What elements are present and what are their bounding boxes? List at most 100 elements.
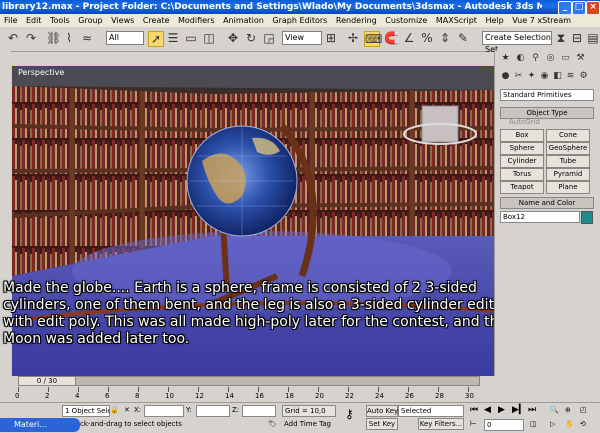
auto-key-button[interactable]: Auto Key bbox=[366, 405, 398, 417]
torus-button[interactable]: Torus bbox=[500, 168, 544, 181]
cameras-icon[interactable]: ◉ bbox=[539, 71, 550, 82]
menu-tools[interactable]: Tools bbox=[50, 16, 70, 25]
modify-tab-icon[interactable]: ◐ bbox=[515, 53, 526, 64]
go-to-start-icon[interactable]: ⏮ bbox=[470, 405, 478, 415]
systems-icon[interactable]: ⚙ bbox=[578, 71, 589, 82]
pan-view-icon[interactable]: ✋ bbox=[565, 419, 574, 429]
space-warps-icon[interactable]: ≋ bbox=[565, 71, 576, 82]
next-frame-icon[interactable]: ▶▎ bbox=[512, 405, 526, 415]
menu-file[interactable]: File bbox=[4, 16, 17, 25]
menu-graph-editors[interactable]: Graph Editors bbox=[272, 16, 327, 25]
align-icon[interactable]: ⊟ bbox=[570, 31, 584, 45]
select-move-icon[interactable]: ✥ bbox=[226, 31, 240, 45]
key-mode-dropdown[interactable]: Selected bbox=[398, 405, 464, 417]
spinner-snap-icon[interactable]: ⇕ bbox=[438, 31, 452, 45]
select-manipulate-icon[interactable]: ✢ bbox=[346, 31, 360, 45]
menu-maxscript[interactable]: MAXScript bbox=[436, 16, 477, 25]
time-configuration-icon[interactable]: ◫ bbox=[530, 419, 537, 429]
zoom-extents-icon[interactable]: ◰ bbox=[580, 405, 587, 415]
shapes-icon[interactable]: ✂ bbox=[513, 71, 524, 82]
lock-selection-icon[interactable]: 🔒 bbox=[110, 405, 119, 415]
minimize-button[interactable]: _ bbox=[558, 1, 572, 15]
undo-icon[interactable]: ↶ bbox=[6, 31, 20, 45]
unlink-icon[interactable]: ⌇ bbox=[62, 31, 76, 45]
go-to-end-icon[interactable]: ⏭ bbox=[528, 405, 536, 415]
current-frame-field[interactable]: 0 bbox=[484, 419, 524, 431]
menu-customize[interactable]: Customize bbox=[385, 16, 427, 25]
geometry-icon[interactable]: ● bbox=[500, 71, 511, 82]
menu-create[interactable]: Create bbox=[143, 16, 170, 25]
cylinder-button[interactable]: Cylinder bbox=[500, 155, 544, 168]
primitive-category-dropdown[interactable]: Standard Primitives bbox=[500, 89, 594, 101]
key-filters-button[interactable]: Key Filters... bbox=[418, 418, 464, 430]
utilities-tab-icon[interactable]: ⚒ bbox=[575, 53, 586, 64]
time-slider-track[interactable] bbox=[18, 376, 480, 386]
object-color-swatch[interactable] bbox=[581, 211, 593, 224]
arc-rotate-icon[interactable]: ⟲ bbox=[580, 419, 586, 429]
y-coordinate-field[interactable] bbox=[196, 405, 230, 417]
field-of-view-icon[interactable]: ▷ bbox=[550, 419, 555, 429]
name-and-color-rollout[interactable]: Name and Color bbox=[500, 197, 594, 209]
taskbar-button-material-editor[interactable]: Materi... bbox=[0, 418, 80, 432]
set-key-button[interactable]: Set Key bbox=[366, 418, 398, 430]
hierarchy-tab-icon[interactable]: ⚲ bbox=[530, 53, 541, 64]
menu-group[interactable]: Group bbox=[78, 16, 102, 25]
selection-filter-dropdown[interactable]: All bbox=[106, 31, 144, 45]
select-object-icon[interactable]: ➚ bbox=[148, 31, 164, 47]
relative-absolute-icon[interactable]: ✕ bbox=[124, 405, 130, 415]
object-name-field[interactable]: Box12 bbox=[500, 211, 580, 223]
select-by-name-icon[interactable]: ☰ bbox=[166, 31, 180, 45]
menu-help[interactable]: Help bbox=[485, 16, 503, 25]
zoom-icon[interactable]: 🔍 bbox=[550, 405, 559, 415]
plane-button[interactable]: Plane bbox=[546, 181, 590, 194]
time-tag-icon[interactable]: 🏷 bbox=[268, 419, 277, 429]
percent-snap-icon[interactable]: % bbox=[420, 31, 434, 45]
tube-button[interactable]: Tube bbox=[546, 155, 590, 168]
reference-coordinate-dropdown[interactable]: View bbox=[282, 31, 322, 45]
viewport-label[interactable]: Perspective bbox=[18, 68, 64, 77]
edit-named-selection-icon[interactable]: ✎ bbox=[456, 31, 470, 45]
sphere-button[interactable]: Sphere bbox=[500, 142, 544, 155]
menu-animation[interactable]: Animation bbox=[223, 16, 264, 25]
display-tab-icon[interactable]: ▭ bbox=[560, 53, 571, 64]
box-button[interactable]: Box bbox=[500, 129, 544, 142]
select-rotate-icon[interactable]: ↻ bbox=[244, 31, 258, 45]
select-scale-icon[interactable]: ◲ bbox=[262, 31, 276, 45]
autogrid-checkbox[interactable]: AutoGrid bbox=[509, 118, 540, 126]
zoom-all-icon[interactable]: ⊕ bbox=[565, 405, 571, 415]
motion-tab-icon[interactable]: ◎ bbox=[545, 53, 556, 64]
time-slider-thumb[interactable]: 0 / 30 bbox=[18, 376, 76, 386]
play-icon[interactable]: ▶ bbox=[498, 405, 505, 415]
previous-frame-icon[interactable]: ◀ bbox=[484, 405, 491, 415]
snaps-toggle-icon[interactable]: 🧲 bbox=[384, 31, 399, 45]
create-tab-icon[interactable]: ★ bbox=[500, 53, 511, 64]
keyboard-shortcut-override-icon[interactable]: ⌨ bbox=[364, 31, 382, 47]
z-coordinate-field[interactable] bbox=[242, 405, 276, 417]
menu-edit[interactable]: Edit bbox=[26, 16, 42, 25]
x-coordinate-field[interactable] bbox=[144, 405, 184, 417]
menu-views[interactable]: Views bbox=[111, 16, 134, 25]
menu-vue-xstream[interactable]: Vue 7 xStream bbox=[512, 16, 571, 25]
window-crossing-icon[interactable]: ◫ bbox=[202, 31, 216, 45]
track-bar-ruler[interactable]: 0 2 4 6 8 10 12 14 16 18 20 22 24 26 28 30 bbox=[15, 387, 478, 401]
link-icon[interactable]: ⛓ bbox=[46, 31, 61, 45]
bind-space-warp-icon[interactable]: ≈ bbox=[80, 31, 94, 45]
redo-icon[interactable]: ↷ bbox=[24, 31, 38, 45]
teapot-button[interactable]: Teapot bbox=[500, 181, 544, 194]
helpers-icon[interactable]: ◧ bbox=[552, 71, 563, 82]
set-key-icon[interactable]: ⚷ bbox=[345, 408, 354, 420]
menu-modifiers[interactable]: Modifiers bbox=[178, 16, 215, 25]
maximize-button[interactable]: □ bbox=[572, 1, 586, 15]
lights-icon[interactable]: ✦ bbox=[526, 71, 537, 82]
menu-rendering[interactable]: Rendering bbox=[336, 16, 377, 25]
key-mode-toggle-icon[interactable]: ⊢ bbox=[470, 419, 477, 429]
named-selection-set-dropdown[interactable]: Create Selection Set bbox=[482, 31, 552, 54]
add-time-tag[interactable]: Add Time Tag bbox=[284, 419, 331, 429]
pivot-center-icon[interactable]: ⊞ bbox=[324, 31, 338, 45]
close-button[interactable]: × bbox=[586, 1, 600, 15]
cone-button[interactable]: Cone bbox=[546, 129, 590, 142]
mirror-icon[interactable]: ⧗ bbox=[554, 31, 568, 45]
layer-manager-icon[interactable]: ▤ bbox=[586, 31, 600, 45]
geosphere-button[interactable]: GeoSphere bbox=[546, 142, 590, 155]
angle-snap-icon[interactable]: ∠ bbox=[402, 31, 416, 45]
